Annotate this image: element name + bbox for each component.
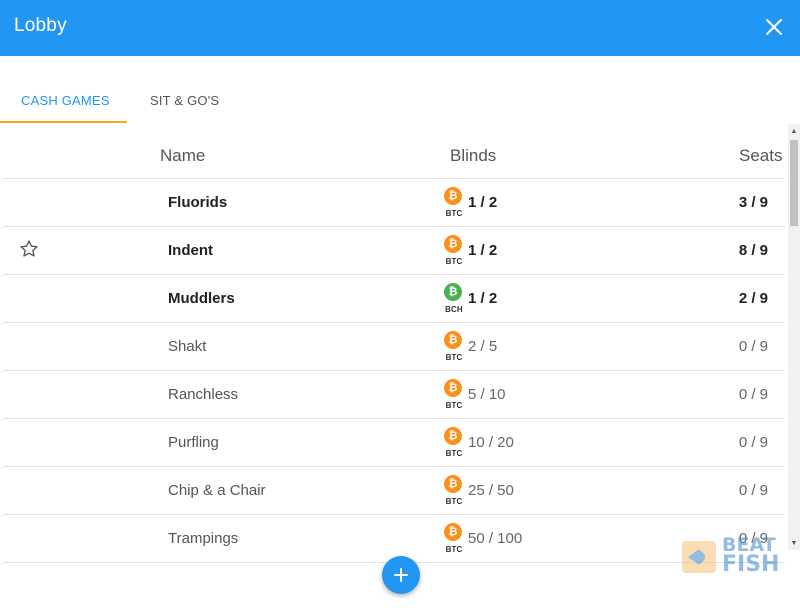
currency-badge: ₿ BTC [444, 331, 464, 365]
scroll-up-arrow[interactable]: ▲ [788, 124, 800, 138]
blinds-value: 1 / 2 [468, 194, 498, 211]
blinds-value: 25 / 50 [468, 482, 514, 499]
bitcoin-icon: ₿ [444, 475, 462, 493]
bitcoin-icon: ₿ [444, 235, 462, 253]
bitcoin-icon: ₿ [444, 523, 462, 541]
seats-value: 2 / 9 [738, 290, 768, 307]
active-tab-indicator [0, 121, 127, 123]
blinds-value: 50 / 100 [468, 530, 523, 547]
game-name: Fluorids [168, 194, 228, 211]
watermark-fish: FISH [722, 552, 780, 577]
table-row[interactable]: Indent ₿ BTC 1 / 2 8 / 9 [3, 227, 785, 275]
close-button[interactable] [760, 13, 788, 41]
beatthefish-watermark: BEAT FISH [680, 533, 784, 579]
scroll-thumb[interactable] [790, 140, 798, 226]
favorite-star-icon[interactable] [19, 239, 41, 261]
currency-label: BCH [445, 305, 463, 314]
plus-icon [394, 568, 408, 582]
table-row[interactable]: Fluorids ₿ BTC 1 / 2 3 / 9 [3, 179, 785, 227]
game-name: Trampings [168, 530, 239, 547]
currency-badge: ₿ BTC [444, 523, 464, 557]
close-icon[interactable] [766, 19, 782, 35]
page-title: Lobby [14, 15, 67, 36]
currency-label: BTC [445, 497, 463, 506]
blinds-value: 2 / 5 [468, 338, 498, 355]
currency-label: BTC [445, 545, 463, 554]
tab-cash-games[interactable]: CASH GAMES [21, 93, 110, 108]
table-row[interactable]: Chip & a Chair ₿ BTC 25 / 50 0 / 9 [3, 467, 785, 515]
currency-label: BTC [445, 401, 463, 410]
game-name: Indent [168, 242, 213, 259]
currency-label: BTC [445, 449, 463, 458]
bitcoin-icon: ₿ [444, 331, 462, 349]
game-name: Purfling [168, 434, 219, 451]
currency-badge: ₿ BTC [444, 475, 464, 509]
bitcoin-cash-icon: ₿ [444, 283, 462, 301]
seats-value: 0 / 9 [738, 338, 768, 355]
game-name: Shakt [168, 338, 207, 355]
column-header-blinds[interactable]: Blinds [450, 146, 496, 166]
add-table-button[interactable] [382, 556, 420, 594]
currency-badge: ₿ BCH [444, 283, 464, 317]
blinds-value: 5 / 10 [468, 386, 506, 403]
watermark-text: BEAT FISH [722, 535, 780, 577]
currency-badge: ₿ BTC [444, 379, 464, 413]
lobby-header: Lobby [0, 0, 800, 56]
table-row[interactable]: Muddlers ₿ BCH 1 / 2 2 / 9 [3, 275, 785, 323]
currency-label: BTC [445, 209, 463, 218]
blinds-value: 1 / 2 [468, 290, 498, 307]
tab-sit-and-gos[interactable]: SIT & GO'S [150, 93, 219, 108]
table-row[interactable]: Shakt ₿ BTC 2 / 5 0 / 9 [3, 323, 785, 371]
table-row[interactable]: Ranchless ₿ BTC 5 / 10 0 / 9 [3, 371, 785, 419]
currency-label: BTC [445, 353, 463, 362]
seats-value: 8 / 9 [738, 242, 768, 259]
table-body: Fluorids ₿ BTC 1 / 2 3 / 9 Indent ₿ BTC 1 / 2 8 /… [3, 179, 785, 563]
seats-value: 0 / 9 [738, 434, 768, 451]
game-name: Muddlers [168, 290, 235, 307]
game-name: Chip & a Chair [168, 482, 266, 499]
seats-value: 0 / 9 [738, 482, 768, 499]
scroll-down-arrow[interactable]: ▼ [788, 536, 800, 550]
column-header-seats[interactable]: Seats [739, 146, 782, 166]
bitcoin-icon: ₿ [444, 427, 462, 445]
currency-badge: ₿ BTC [444, 427, 464, 461]
blinds-value: 1 / 2 [468, 242, 498, 259]
currency-label: BTC [445, 257, 463, 266]
bitcoin-icon: ₿ [444, 187, 462, 205]
fish-logo-icon [682, 541, 716, 573]
tab-bar: CASH GAMES SIT & GO'S [0, 56, 800, 124]
currency-badge: ₿ BTC [444, 235, 464, 269]
currency-badge: ₿ BTC [444, 187, 464, 221]
seats-value: 0 / 9 [738, 386, 768, 403]
blinds-value: 10 / 20 [468, 434, 514, 451]
scrollbar[interactable]: ▲ ▼ [788, 124, 800, 550]
table-row[interactable]: Trampings ₿ BTC 50 / 100 0 / 9 [3, 515, 785, 563]
seats-value: 3 / 9 [738, 194, 768, 211]
game-name: Ranchless [168, 386, 239, 403]
bitcoin-icon: ₿ [444, 379, 462, 397]
table-row[interactable]: Purfling ₿ BTC 10 / 20 0 / 9 [3, 419, 785, 467]
games-table: Name Blinds Seats Fluorids ₿ BTC 1 / 2 3 / 9… [0, 124, 788, 608]
column-header-name[interactable]: Name [160, 146, 205, 166]
